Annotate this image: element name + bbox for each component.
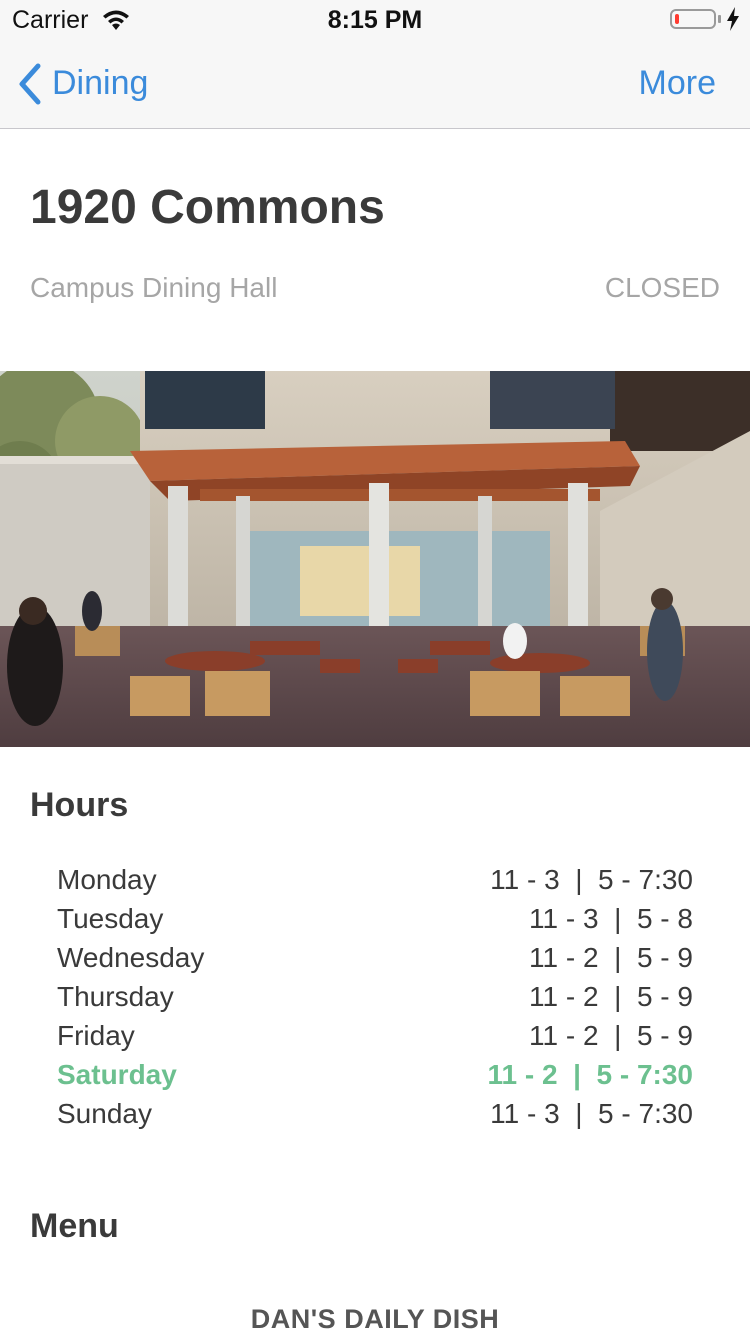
hours-time: 11 - 2 | 5 - 9	[529, 942, 693, 973]
charging-bolt-icon	[727, 7, 739, 31]
back-button[interactable]: Dining	[52, 64, 148, 103]
page-title: 1920 Commons	[30, 181, 385, 234]
status-time: 8:15 PM	[327, 6, 423, 34]
hours-day: Wednesday	[57, 942, 205, 973]
hours-heading: Hours	[30, 786, 129, 824]
hours-time: 11 - 3 | 5 - 7:30	[490, 1098, 693, 1129]
hero-photo	[0, 371, 750, 747]
battery-nub	[718, 15, 721, 23]
hours-row: Monday 11 - 3 | 5 - 7:30	[57, 860, 693, 899]
battery-icon	[670, 9, 716, 29]
menu-section-title[interactable]: DAN'S DAILY DISH	[0, 1304, 750, 1335]
hours-time: 11 - 2 | 5 - 7:30	[487, 1059, 693, 1090]
hours-day: Tuesday	[57, 903, 164, 934]
hours-row: Saturday 11 - 2 | 5 - 7:30	[57, 1055, 693, 1094]
hours-day: Thursday	[57, 981, 174, 1012]
hours-day: Friday	[57, 1020, 135, 1051]
dining-terrace-photo	[0, 371, 750, 747]
back-chevron-icon[interactable]	[16, 62, 44, 106]
hours-row: Wednesday 11 - 2 | 5 - 9	[57, 938, 693, 977]
status-bar: Carrier 8:15 PM	[0, 0, 750, 40]
hours-row: Sunday 11 - 3 | 5 - 7:30	[57, 1094, 693, 1133]
battery-level	[675, 14, 679, 24]
hours-time: 11 - 3 | 5 - 8	[529, 903, 693, 934]
navigation-bar: Dining More	[0, 40, 750, 129]
hours-day: Monday	[57, 864, 157, 895]
menu-heading: Menu	[30, 1207, 119, 1245]
more-button[interactable]: More	[639, 64, 716, 103]
hours-time: 11 - 2 | 5 - 9	[529, 981, 693, 1012]
hours-row: Tuesday 11 - 3 | 5 - 8	[57, 899, 693, 938]
hours-day: Sunday	[57, 1098, 152, 1129]
hours-time: 11 - 2 | 5 - 9	[529, 1020, 693, 1051]
open-status: CLOSED	[604, 272, 720, 303]
hours-row: Thursday 11 - 2 | 5 - 9	[57, 977, 693, 1016]
hours-row: Friday 11 - 2 | 5 - 9	[57, 1016, 693, 1055]
hours-day: Saturday	[57, 1059, 177, 1090]
hours-list: Monday 11 - 3 | 5 - 7:30 Tuesday 11 - 3 | 5…	[57, 860, 693, 1133]
hours-time: 11 - 3 | 5 - 7:30	[490, 864, 693, 895]
venue-type: Campus Dining Hall	[30, 272, 278, 303]
